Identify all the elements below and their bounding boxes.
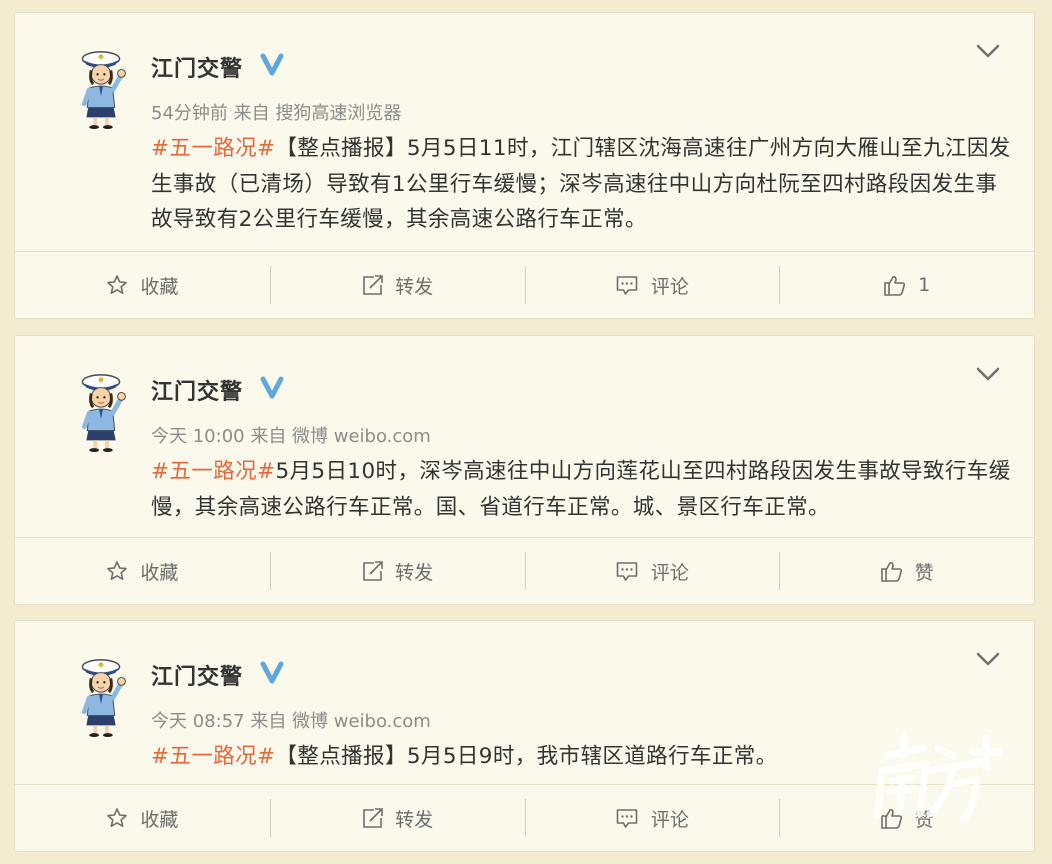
verified-icon: [259, 374, 285, 400]
post-body: 【整点播报】5月5日9时，我市辖区道路行车正常。: [275, 744, 778, 769]
watermark-logo: [874, 732, 1004, 822]
author-name[interactable]: 江门交警: [151, 374, 243, 406]
like-label: 1: [918, 274, 931, 296]
repost-button[interactable]: 转发: [269, 252, 525, 318]
like-label: 赞: [914, 561, 934, 584]
star-icon: [107, 808, 128, 828]
author-name[interactable]: 江门交警: [151, 659, 243, 691]
weibo-post: 江门交警 54分钟前 来自 搜狗高速浏览器 #五一路况#【整点播报】5月5日11…: [14, 12, 1035, 319]
repost-label: 转发: [395, 561, 434, 584]
like-button[interactable]: 赞: [779, 538, 1034, 604]
post-meta: 今天 08:57 来自 微博 weibo.com: [151, 711, 431, 732]
action-bar: 收藏 转发 评论 赞: [15, 537, 1034, 604]
post-text: #五一路况#【整点播报】5月5日11时，江门辖区沈海高速往广州方向大雁山至九江因…: [151, 131, 1017, 238]
hashtag-link[interactable]: #五一路况#: [151, 136, 275, 161]
verified-icon: [259, 51, 285, 77]
post-body: 【整点播报】5月5日11时，江门辖区沈海高速往广州方向大雁山至九江因发生事故（已…: [151, 136, 1011, 232]
favorite-label: 收藏: [140, 808, 179, 831]
hashtag-link[interactable]: #五一路况#: [151, 459, 275, 484]
action-bar: 收藏 转发 评论 1: [15, 251, 1034, 318]
hashtag-link[interactable]: #五一路况#: [151, 744, 275, 769]
chevron-down-icon[interactable]: [976, 43, 1000, 59]
comment-label: 评论: [650, 808, 689, 831]
comment-label: 评论: [650, 561, 689, 584]
post-body: 5月5日10时，深岑高速往中山方向莲花山至四村路段因发生事故导致行车缓慢，其余高…: [151, 459, 1011, 520]
comment-icon: [616, 562, 638, 581]
favorite-label: 收藏: [140, 275, 179, 298]
favorite-button[interactable]: 收藏: [15, 785, 270, 851]
like-button[interactable]: 1: [779, 252, 1034, 318]
weibo-post: 江门交警 今天 10:00 来自 微博 weibo.com #五一路况#5月5日…: [14, 335, 1035, 605]
post-meta: 今天 10:00 来自 微博 weibo.com: [151, 426, 431, 447]
comment-icon: [616, 276, 638, 295]
verified-icon: [259, 659, 285, 685]
star-icon: [107, 561, 128, 581]
repost-button[interactable]: 转发: [269, 785, 525, 851]
post-meta: 54分钟前 来自 搜狗高速浏览器: [151, 103, 402, 124]
share-icon: [363, 275, 383, 295]
avatar[interactable]: [71, 655, 131, 739]
avatar[interactable]: [71, 370, 131, 454]
chevron-down-icon[interactable]: [976, 366, 1000, 382]
author-name[interactable]: 江门交警: [151, 51, 243, 83]
comment-button[interactable]: 评论: [524, 538, 780, 604]
post-text: #五一路况#5月5日10时，深岑高速往中山方向莲花山至四村路段因发生事故导致行车…: [151, 454, 1017, 525]
comment-icon: [616, 809, 638, 828]
favorite-button[interactable]: 收藏: [15, 252, 270, 318]
star-icon: [107, 275, 128, 295]
repost-label: 转发: [395, 808, 434, 831]
comment-button[interactable]: 评论: [524, 252, 780, 318]
avatar[interactable]: [71, 47, 131, 131]
repost-button[interactable]: 转发: [269, 538, 525, 604]
favorite-button[interactable]: 收藏: [15, 538, 270, 604]
comment-button[interactable]: 评论: [524, 785, 780, 851]
repost-label: 转发: [395, 275, 434, 298]
thumbs-up-icon: [880, 561, 902, 582]
thumbs-up-icon: [884, 275, 906, 296]
chevron-down-icon[interactable]: [976, 651, 1000, 667]
share-icon: [363, 808, 383, 828]
comment-label: 评论: [650, 275, 689, 298]
favorite-label: 收藏: [140, 561, 179, 584]
share-icon: [363, 561, 383, 581]
